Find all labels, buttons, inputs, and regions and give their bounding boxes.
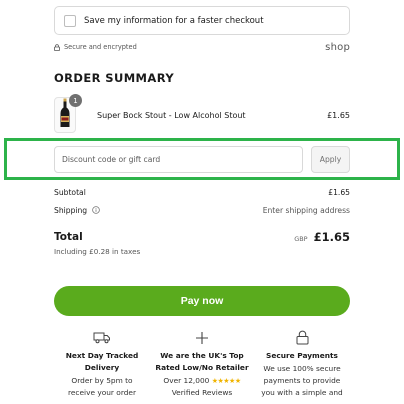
save-info-label: Save my information for a faster checkou… (84, 15, 264, 26)
feature-text-line: payments to provide (263, 376, 341, 385)
line-item: 1 Super Bock Stout - Low Alcohol Stout £… (54, 94, 350, 134)
lock-icon (54, 43, 60, 51)
order-summary-title: ORDER SUMMARY (54, 71, 175, 85)
beer-bottle-icon (60, 98, 70, 132)
taxes-note: Including £0.28 in taxes (54, 247, 141, 256)
feature-text-line: Verified Reviews (171, 388, 233, 397)
feature-delivery: Next Day Tracked Delivery Order by 5pm t… (54, 329, 150, 399)
shop-logo: shop (325, 41, 350, 53)
feature-text-line: We use 100% secure (263, 364, 341, 373)
plus-icon (195, 329, 209, 346)
secure-row: Secure and encrypted shop (54, 40, 350, 54)
save-info-checkbox-row[interactable]: Save my information for a faster checkou… (54, 6, 350, 35)
subtotal-label: Subtotal (54, 187, 86, 197)
rating-stars: ★★★★★ (211, 377, 241, 385)
subtotal-value: £1.65 (328, 187, 350, 197)
feature-title: Secure Payments (266, 351, 338, 360)
total-row: Total GBP £1.65 (54, 229, 350, 245)
shipping-row: Shipping Enter shipping address (54, 204, 350, 216)
delivery-truck-icon (93, 329, 111, 346)
shipping-label: Shipping (54, 205, 88, 215)
shipping-value: Enter shipping address (262, 205, 350, 215)
feature-text: We use 100% secure payments to provide y… (261, 363, 343, 399)
currency-code: GBP (294, 235, 308, 243)
subtotal-row: Subtotal £1.65 (54, 186, 350, 198)
feature-title: Next Day Tracked Delivery (65, 351, 139, 372)
feature-text-line: you with a simple and (261, 388, 343, 397)
feature-text: Over 12,000 ★★★★★ Verified Reviews (163, 375, 241, 399)
lock-icon (296, 329, 309, 346)
total-amount: £1.65 (313, 230, 350, 244)
save-info-checkbox[interactable] (64, 14, 76, 27)
feature-text-line: Order by 5pm to (71, 376, 133, 385)
features-row: Next Day Tracked Delivery Order by 5pm t… (54, 329, 350, 399)
feature-text-line: receive your order (67, 388, 137, 397)
info-icon[interactable] (92, 206, 100, 214)
apply-button[interactable]: Apply (311, 146, 350, 173)
feature-secure: Secure Payments We use 100% secure payme… (254, 329, 350, 399)
feature-text-line: Over 12,000 (163, 376, 210, 385)
pay-now-button[interactable]: Pay now (54, 286, 350, 316)
feature-rating: We are the UK's Top Rated Low/No Retaile… (154, 329, 250, 399)
item-name: Super Bock Stout - Low Alcohol Stout (97, 110, 246, 120)
quantity-badge: 1 (69, 94, 82, 107)
total-label: Total (54, 231, 83, 243)
item-price: £1.65 (327, 110, 350, 120)
product-thumbnail: 1 (54, 94, 82, 133)
discount-code-input[interactable]: Discount code or gift card (54, 146, 303, 173)
feature-title: We are the UK's Top Rated Low/No Retaile… (155, 351, 249, 372)
secure-notice: Secure and encrypted (54, 43, 137, 51)
secure-text: Secure and encrypted (64, 43, 137, 51)
feature-text: Order by 5pm to receive your order (68, 375, 136, 399)
